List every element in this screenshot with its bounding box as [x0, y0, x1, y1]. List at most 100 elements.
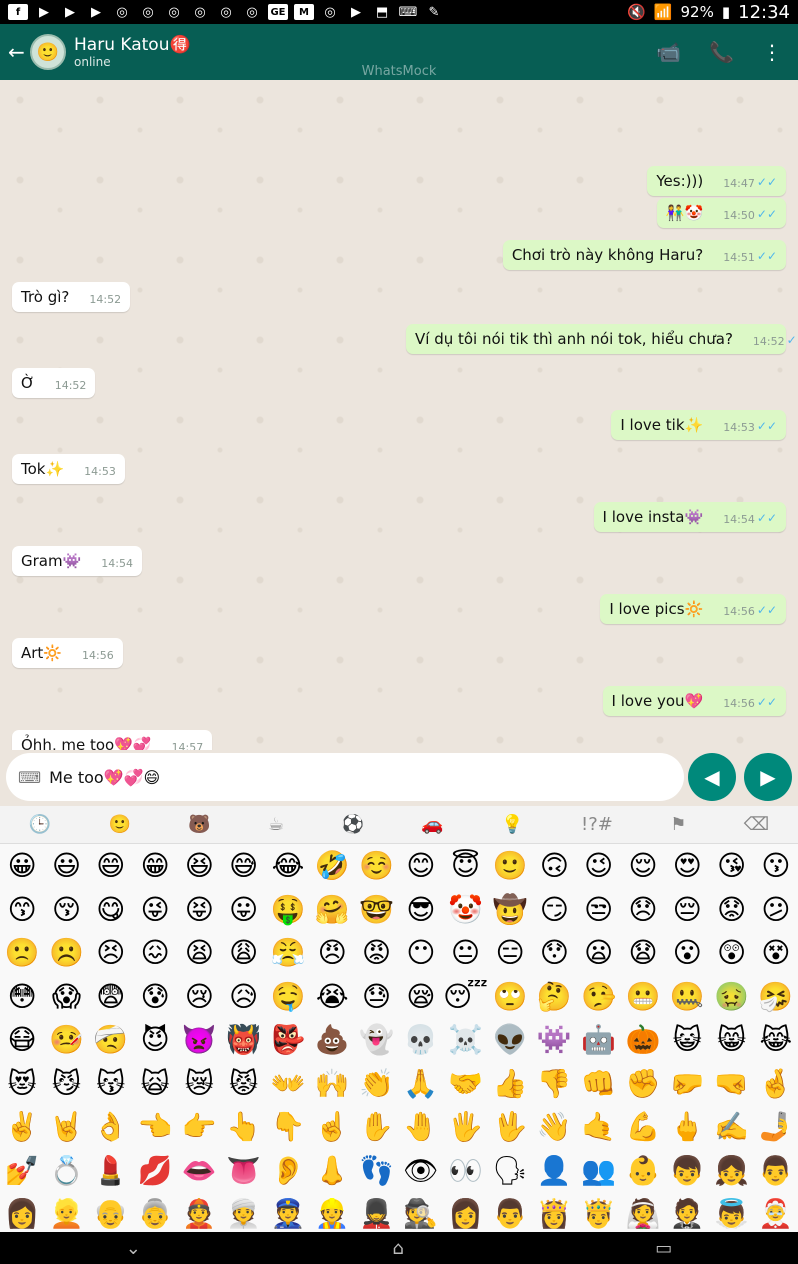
emoji-key[interactable]: 😋 [96, 893, 125, 926]
emoji-key[interactable]: 💅 [5, 1154, 40, 1187]
emoji-key[interactable]: 🤧 [758, 980, 793, 1013]
emoji-key[interactable]: 😤 [270, 936, 305, 969]
emoji-key[interactable]: 😪 [406, 980, 435, 1013]
emoji-key[interactable]: 👱 [49, 1197, 84, 1230]
emoji-key[interactable]: 💀 [403, 1023, 438, 1056]
symbols-tab-icon[interactable]: !?# [581, 814, 613, 835]
outgoing-message[interactable]: Yes:))) 14:47 ✓✓ [647, 166, 786, 196]
emoji-key[interactable]: 😀 [8, 849, 37, 882]
emoji-key[interactable]: 👋 [537, 1110, 572, 1143]
more-options-icon[interactable]: ⋮ [762, 40, 782, 64]
emoji-key[interactable]: 👷 [315, 1197, 350, 1230]
emoji-key[interactable]: 🙃 [540, 849, 569, 882]
emoji-key[interactable]: 🤤 [270, 980, 305, 1013]
emoji-key[interactable]: 👀 [448, 1154, 483, 1187]
emoji-key[interactable]: 🤜 [714, 1067, 749, 1100]
emoji-key[interactable]: 👲 [182, 1197, 217, 1230]
voice-call-icon[interactable]: 📞 [709, 40, 734, 64]
emoji-key[interactable]: 😁 [140, 849, 169, 882]
emoji-key[interactable]: 😽 [96, 1067, 125, 1100]
nav-back-icon[interactable]: ⌄ [126, 1238, 141, 1259]
emoji-key[interactable]: 👎 [537, 1067, 572, 1100]
emoji-key[interactable]: 🤕 [93, 1023, 128, 1056]
emoji-key[interactable]: 🤡 [448, 893, 483, 926]
emoji-key[interactable]: 😜 [140, 893, 169, 926]
incoming-message[interactable]: Ỏhh, me too💖💞 14:57 [12, 730, 213, 750]
contact-info[interactable]: Haru Katou🉐 online [74, 35, 656, 69]
emoji-key[interactable]: 😊 [406, 849, 435, 882]
emoji-key[interactable]: 🙀 [140, 1067, 169, 1100]
emoji-key[interactable]: 😡 [362, 936, 391, 969]
emoji-key[interactable]: 👻 [359, 1023, 394, 1056]
emoji-key[interactable]: 😸 [717, 1023, 746, 1056]
emoji-key[interactable]: 😙 [8, 893, 37, 926]
emoji-key[interactable]: 👁 [403, 1154, 439, 1187]
emoji-key[interactable]: 👿 [182, 1023, 217, 1056]
emoji-key[interactable]: 👊 [581, 1067, 616, 1100]
emoji-key[interactable]: 🤥 [581, 980, 616, 1013]
emoji-key[interactable]: 😔 [673, 893, 702, 926]
emoji-key[interactable]: 😨 [96, 980, 125, 1013]
incoming-message[interactable]: Trò gì? 14:52 [12, 282, 131, 312]
emoji-key[interactable]: 🤠 [493, 893, 528, 926]
emoji-key[interactable]: 😼 [52, 1067, 81, 1100]
emoji-key[interactable]: 👃 [315, 1154, 350, 1187]
emoji-key[interactable]: 👵 [138, 1197, 173, 1230]
emoji-key[interactable]: 🤓 [359, 893, 394, 926]
emoji-key[interactable]: 😳 [8, 980, 37, 1013]
emoji-key[interactable]: 👍 [493, 1067, 528, 1100]
emoji-key[interactable]: 🤘 [49, 1110, 84, 1143]
emoji-key[interactable]: ✍️ [714, 1110, 749, 1143]
emoji-key[interactable]: 😫 [185, 936, 214, 969]
emoji-key[interactable]: 👰 [626, 1197, 661, 1230]
emoji-key[interactable]: 😹 [759, 1023, 792, 1056]
emoji-key[interactable]: 🤵 [670, 1197, 705, 1230]
emoji-key[interactable]: 👧 [714, 1154, 749, 1187]
emoji-key[interactable]: 🙏 [403, 1067, 438, 1100]
emoji-key[interactable]: 👩 [448, 1197, 483, 1230]
emoji-key[interactable]: 👦 [670, 1154, 705, 1187]
emoji-key[interactable]: 🙂 [493, 849, 528, 882]
emoji-key[interactable]: 😬 [626, 980, 661, 1013]
emoji-key[interactable]: 👹 [226, 1023, 261, 1056]
emoji-key[interactable]: 🤴 [581, 1197, 616, 1230]
emoji-key[interactable]: 👌 [93, 1110, 128, 1143]
emoji-key[interactable]: 🙌 [315, 1067, 350, 1100]
emoji-key[interactable]: 😕 [761, 893, 790, 926]
back-arrow-icon[interactable]: ← [8, 40, 30, 64]
incoming-message[interactable]: Gram👾 14:54 [12, 546, 142, 576]
emoji-key[interactable]: 👼 [714, 1197, 749, 1230]
incoming-message[interactable]: Ờ 14:52 [12, 368, 96, 398]
emoji-key[interactable]: 👆 [226, 1110, 261, 1143]
emoji-key[interactable]: 😱 [52, 980, 81, 1013]
emoji-key[interactable]: 🤙 [581, 1110, 616, 1143]
emoji-key[interactable]: 😵 [761, 936, 790, 969]
recent-tab-icon[interactable]: 🕒 [29, 814, 51, 835]
emoji-key[interactable]: 😺 [673, 1023, 702, 1056]
emoji-key[interactable]: 😾 [229, 1067, 258, 1100]
emoji-key[interactable]: 😒 [584, 893, 613, 926]
emoji-key[interactable]: 😃 [52, 849, 81, 882]
emoji-key[interactable]: 🎃 [626, 1023, 661, 1056]
emoji-key[interactable]: 🤶 [758, 1197, 793, 1230]
emoji-key[interactable]: 👳 [226, 1197, 261, 1230]
emoji-key[interactable]: 🤢 [714, 980, 749, 1013]
outgoing-message[interactable]: Chơi trò này không Haru? 14:51 ✓✓ [502, 240, 786, 270]
emoji-key[interactable]: 🤔 [537, 980, 572, 1013]
emoji-key[interactable]: 👈 [138, 1110, 173, 1143]
backspace-icon[interactable]: ⌫ [744, 814, 769, 835]
emoji-key[interactable]: 😷 [8, 1023, 37, 1056]
emoji-key[interactable]: 🤖 [581, 1023, 616, 1056]
emoji-key[interactable]: ✌️ [5, 1110, 40, 1143]
emoji-key[interactable]: 😝 [185, 893, 214, 926]
nav-recents-icon[interactable]: ▭ [655, 1238, 672, 1259]
emoji-key[interactable]: ☠️ [448, 1023, 483, 1056]
emoji-key[interactable]: 😴 [443, 980, 488, 1013]
emoji-key[interactable]: 💩 [315, 1023, 350, 1056]
emoji-key[interactable]: 🖐 [448, 1110, 483, 1143]
emoji-key[interactable]: 👴 [93, 1197, 128, 1230]
emoji-key[interactable]: 😻 [8, 1067, 37, 1100]
emoji-key[interactable]: 🤞 [758, 1067, 793, 1100]
emoji-key[interactable]: 👄 [182, 1154, 217, 1187]
nav-home-icon[interactable]: ⌂ [392, 1238, 403, 1259]
